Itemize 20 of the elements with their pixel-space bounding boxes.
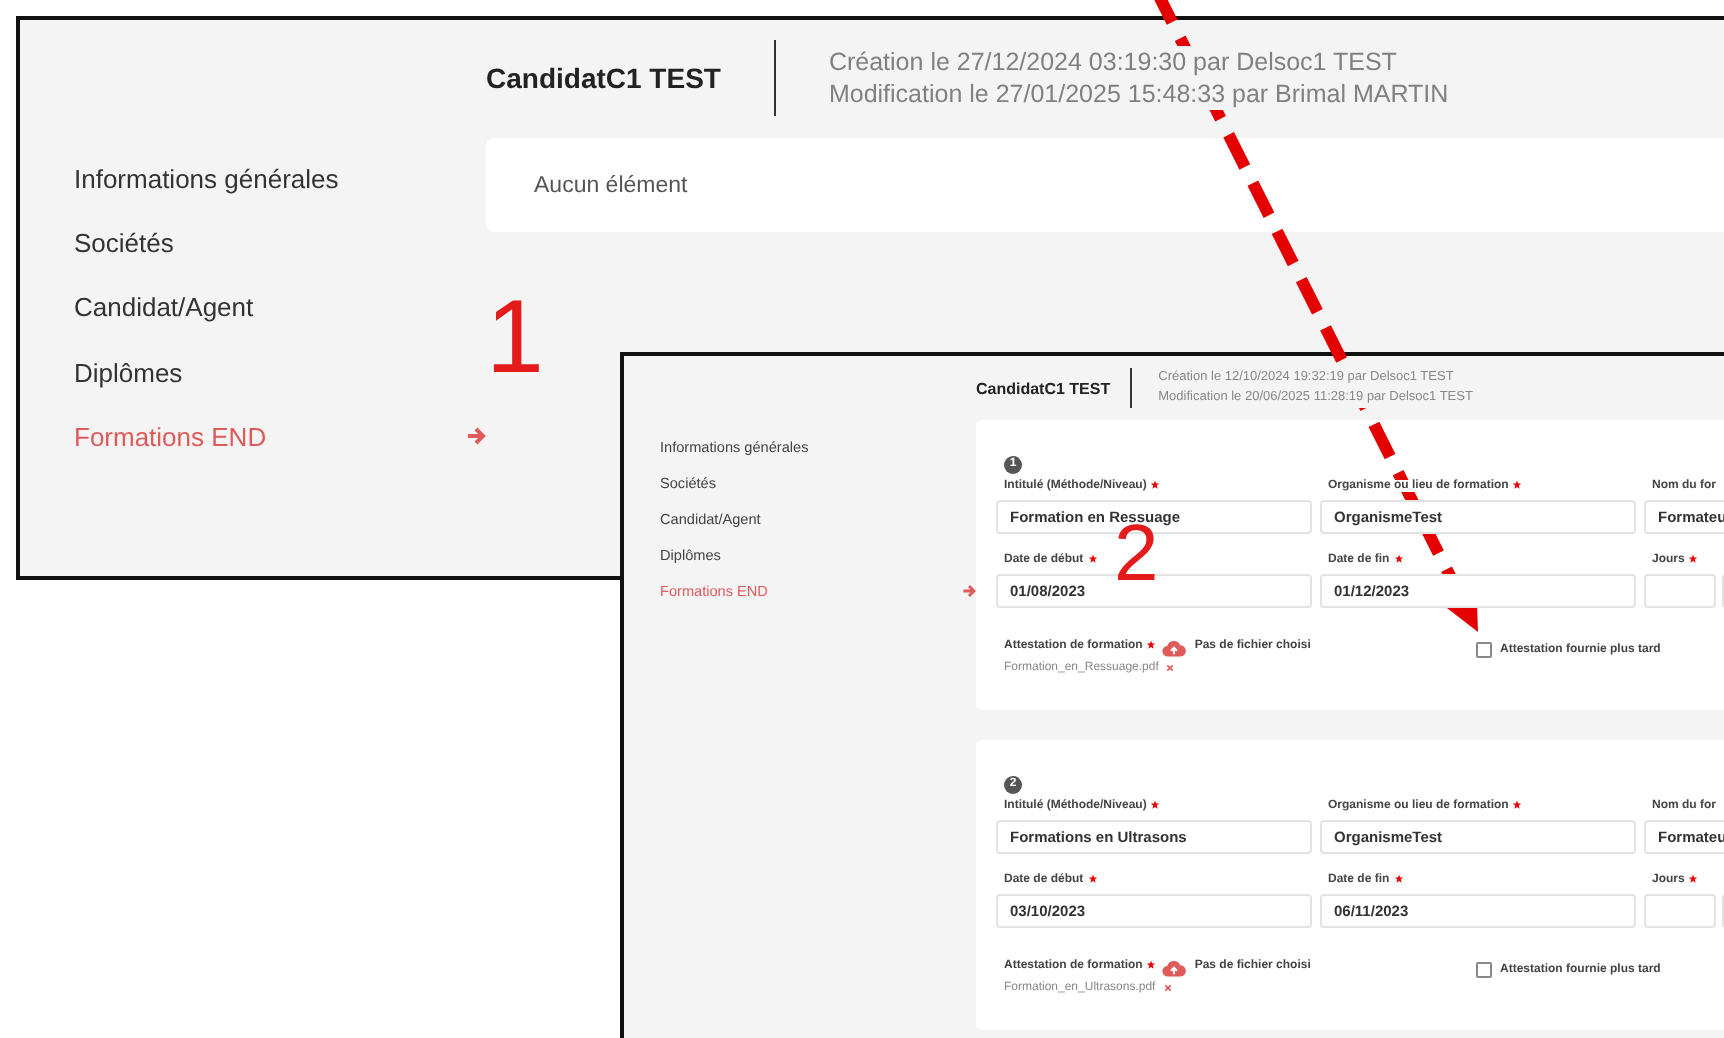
candidate-name: CandidatC1 TEST [976,379,1111,397]
candidate-name: CandidatC1 TEST [486,62,721,94]
input-field[interactable] [1644,574,1716,608]
input-field[interactable] [1644,894,1716,928]
checkbox[interactable] [1476,962,1492,978]
upload-cloud-icon[interactable] [1162,960,1187,978]
arrow-right-icon [466,426,486,447]
empty-message: Aucun élément [534,173,688,197]
audit-text: Création le 27/12/2024 03:19:30 par Delsoc1 TEST [828,46,1397,78]
sidebar-item[interactable]: Sociétés [74,210,486,276]
step-number: 1 [486,286,544,390]
delete-icon[interactable] [1166,664,1175,672]
sidebar-item[interactable]: Diplômes [74,339,486,405]
delete-icon[interactable] [1163,984,1172,992]
sidebar-item[interactable]: Informations générales [74,146,486,211]
audit-text: Modification le 27/01/2025 15:48:33 par Brimal MARTIN [828,78,1449,110]
upload-cloud-icon[interactable] [1162,640,1187,658]
sidebar-item[interactable]: Candidat/Agent [74,275,486,340]
arrow-right-icon [962,584,976,599]
checkbox[interactable] [1476,642,1492,658]
